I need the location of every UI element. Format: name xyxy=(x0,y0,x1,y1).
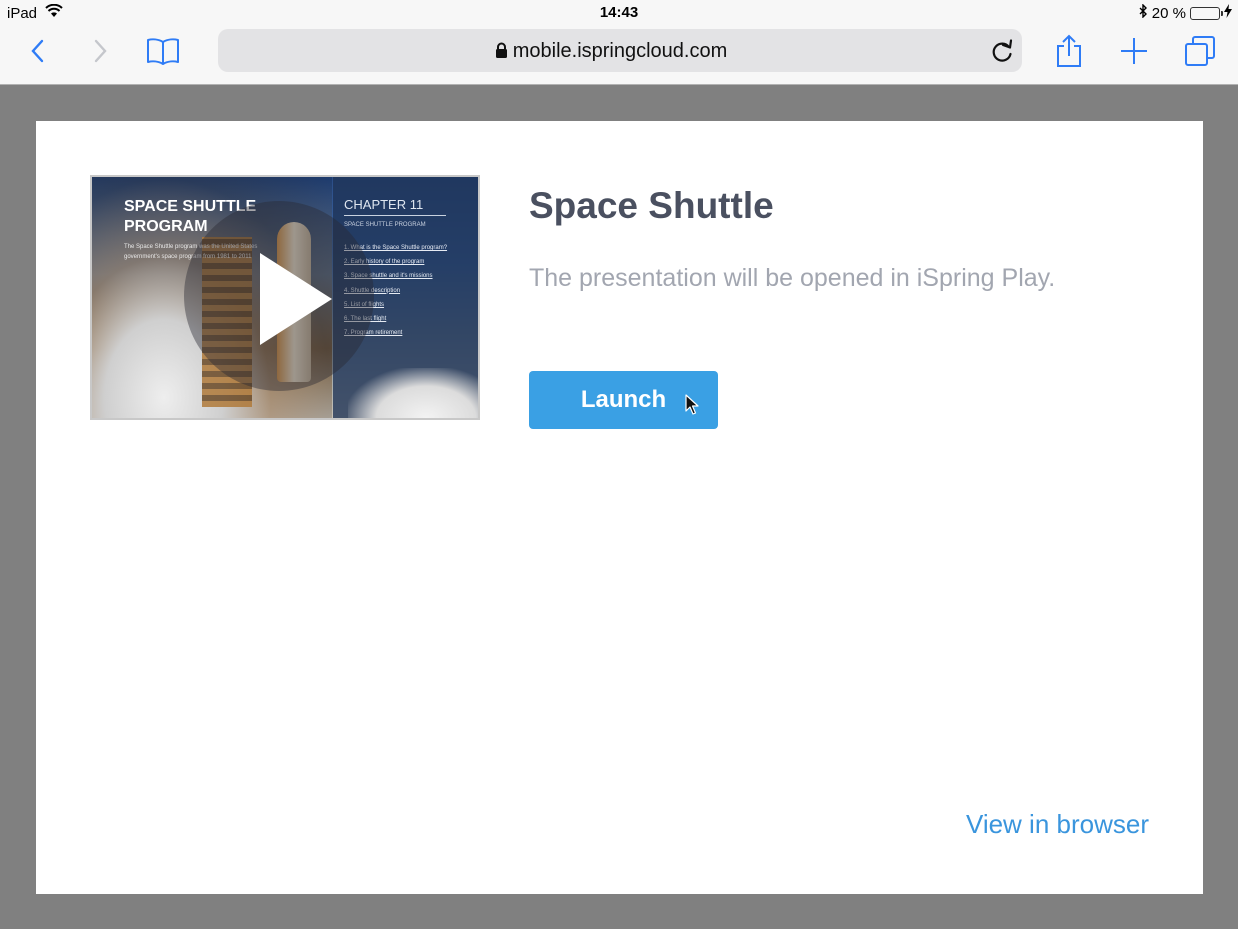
share-icon xyxy=(1057,34,1081,67)
status-bar: iPad 14:43 20 % xyxy=(0,0,1238,24)
mouse-pointer-icon xyxy=(685,394,699,421)
chapter-divider xyxy=(344,215,446,216)
url-text: mobile.ispringcloud.com xyxy=(512,40,728,62)
chevron-left-icon xyxy=(31,39,44,63)
battery-percent: 20 % xyxy=(1151,4,1186,22)
smoke-image xyxy=(348,368,478,418)
presentation-description: The presentation will be opened in iSpri… xyxy=(529,264,1056,292)
tabs-icon xyxy=(1185,36,1215,66)
forward-button[interactable] xyxy=(81,33,121,69)
slide-chapter-subtitle: SPACE SHUTTLE PROGRAM xyxy=(344,222,426,228)
view-in-browser-link[interactable]: View in browser xyxy=(966,809,1149,840)
bluetooth-icon xyxy=(1138,3,1148,22)
new-tab-button[interactable] xyxy=(1114,33,1154,69)
presentation-thumbnail[interactable]: SPACE SHUTTLE PROGRAM The Space Shuttle … xyxy=(90,175,480,420)
charging-icon xyxy=(1224,4,1232,22)
bookmarks-button[interactable] xyxy=(143,33,183,69)
presentation-card: SPACE SHUTTLE PROGRAM The Space Shuttle … xyxy=(36,121,1203,894)
plus-icon xyxy=(1121,38,1147,64)
battery-icon xyxy=(1190,6,1223,20)
reload-icon[interactable] xyxy=(990,38,1014,69)
back-button[interactable] xyxy=(17,33,57,69)
slide-chapter: CHAPTER 11 xyxy=(344,197,424,212)
presentation-title: Space Shuttle xyxy=(529,185,774,226)
address-bar[interactable]: mobile.ispringcloud.com xyxy=(218,29,1022,72)
share-button[interactable] xyxy=(1049,33,1089,69)
play-icon[interactable] xyxy=(260,253,332,345)
status-time: 14:43 xyxy=(599,4,639,21)
browser-toolbar: mobile.ispringcloud.com xyxy=(0,24,1238,85)
book-icon xyxy=(147,38,179,65)
tabs-button[interactable] xyxy=(1180,33,1220,69)
chevron-right-icon xyxy=(94,39,107,63)
